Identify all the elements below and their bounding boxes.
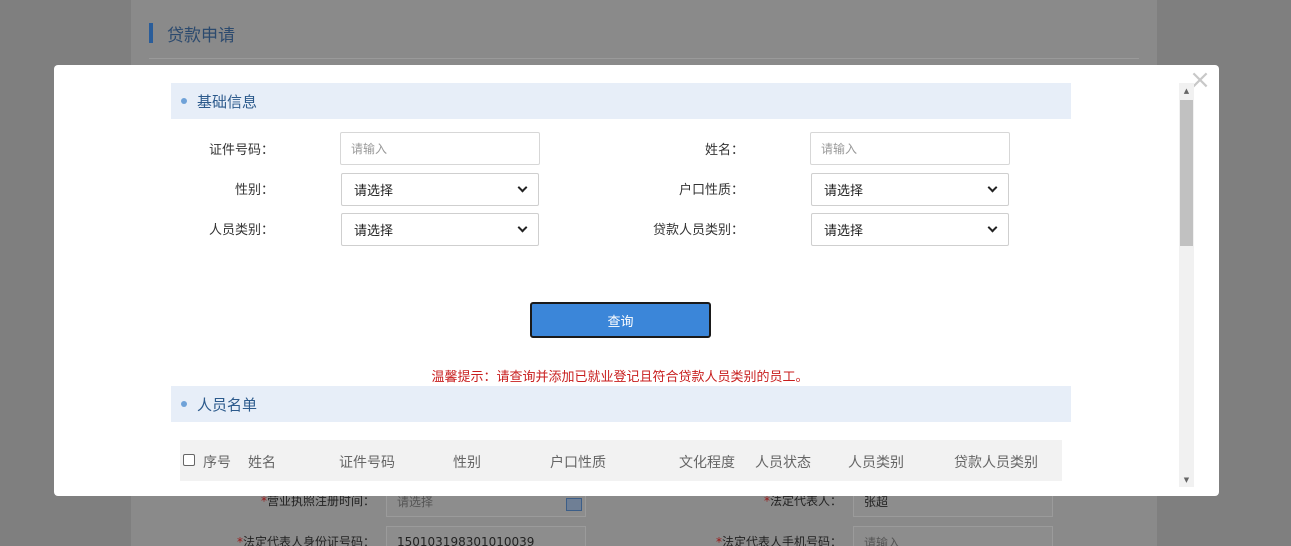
id-number-label: 证件号码： (208, 143, 274, 158)
name-label: 姓名： (704, 143, 744, 158)
add-person-modal: × ▲ ▼ 基础信息 证件号码： 请输入 姓名： 请输入 性别： 请选择 户口性… (54, 65, 1219, 496)
loan-category-label: 贷款人员类别： (652, 223, 744, 238)
bullet-icon (181, 98, 187, 104)
bg-label-legal-rep-id: *法定代表人身份证号码： (236, 535, 375, 546)
background-page-title: 贷款申请 (149, 22, 235, 46)
basic-info-header: 基础信息 (171, 83, 1071, 119)
person-table-header: 序号 姓名 证件号码 性别 户口性质 文化程度 人员状态 人员类别 贷款人员类别 (180, 440, 1062, 481)
household-select[interactable]: 请选择 (811, 173, 1009, 206)
id-number-input[interactable]: 请输入 (340, 132, 540, 165)
query-button[interactable]: 查询 (530, 302, 711, 338)
col-education: 文化程度 (679, 455, 735, 471)
household-label: 户口性质： (678, 183, 744, 198)
gender-label: 性别： (234, 183, 274, 198)
bullet-icon (181, 401, 187, 407)
bg-legal-rep-phone-input[interactable]: 请输入 (853, 526, 1053, 546)
col-index: 序号 (203, 455, 231, 471)
warm-tip: 温馨提示：请查询并添加已就业登记且符合贷款人员类别的员工。 (431, 370, 809, 385)
scroll-thumb[interactable] (1180, 100, 1193, 246)
person-category-label: 人员类别： (208, 223, 274, 238)
col-loan-category: 贷款人员类别 (954, 455, 1038, 471)
loan-category-select[interactable]: 请选择 (811, 213, 1009, 246)
person-list-header: 人员名单 (171, 386, 1071, 422)
col-category: 人员类别 (848, 455, 904, 471)
chevron-down-icon (987, 222, 998, 233)
col-name: 姓名 (248, 455, 276, 471)
modal-scrollbar[interactable]: ▲ ▼ (1179, 83, 1194, 487)
col-id-number: 证件号码 (339, 455, 395, 471)
scroll-down-icon[interactable]: ▼ (1179, 472, 1194, 487)
col-household: 户口性质 (550, 455, 606, 471)
col-status: 人员状态 (755, 455, 811, 471)
title-accent-bar (149, 23, 153, 43)
background-divider (149, 58, 1139, 59)
col-gender: 性别 (453, 455, 481, 471)
calendar-icon[interactable] (566, 498, 582, 511)
bg-legal-rep-id-input[interactable]: 150103198301010039 (386, 526, 586, 546)
select-all-checkbox[interactable] (183, 454, 195, 466)
chevron-down-icon (517, 182, 528, 193)
chevron-down-icon (517, 222, 528, 233)
chevron-down-icon (987, 182, 998, 193)
person-category-select[interactable]: 请选择 (341, 213, 539, 246)
name-input[interactable]: 请输入 (810, 132, 1010, 165)
bg-label-legal-rep-phone: *法定代表人手机号码： (715, 535, 842, 546)
gender-select[interactable]: 请选择 (341, 173, 539, 206)
scroll-up-icon[interactable]: ▲ (1179, 83, 1194, 98)
